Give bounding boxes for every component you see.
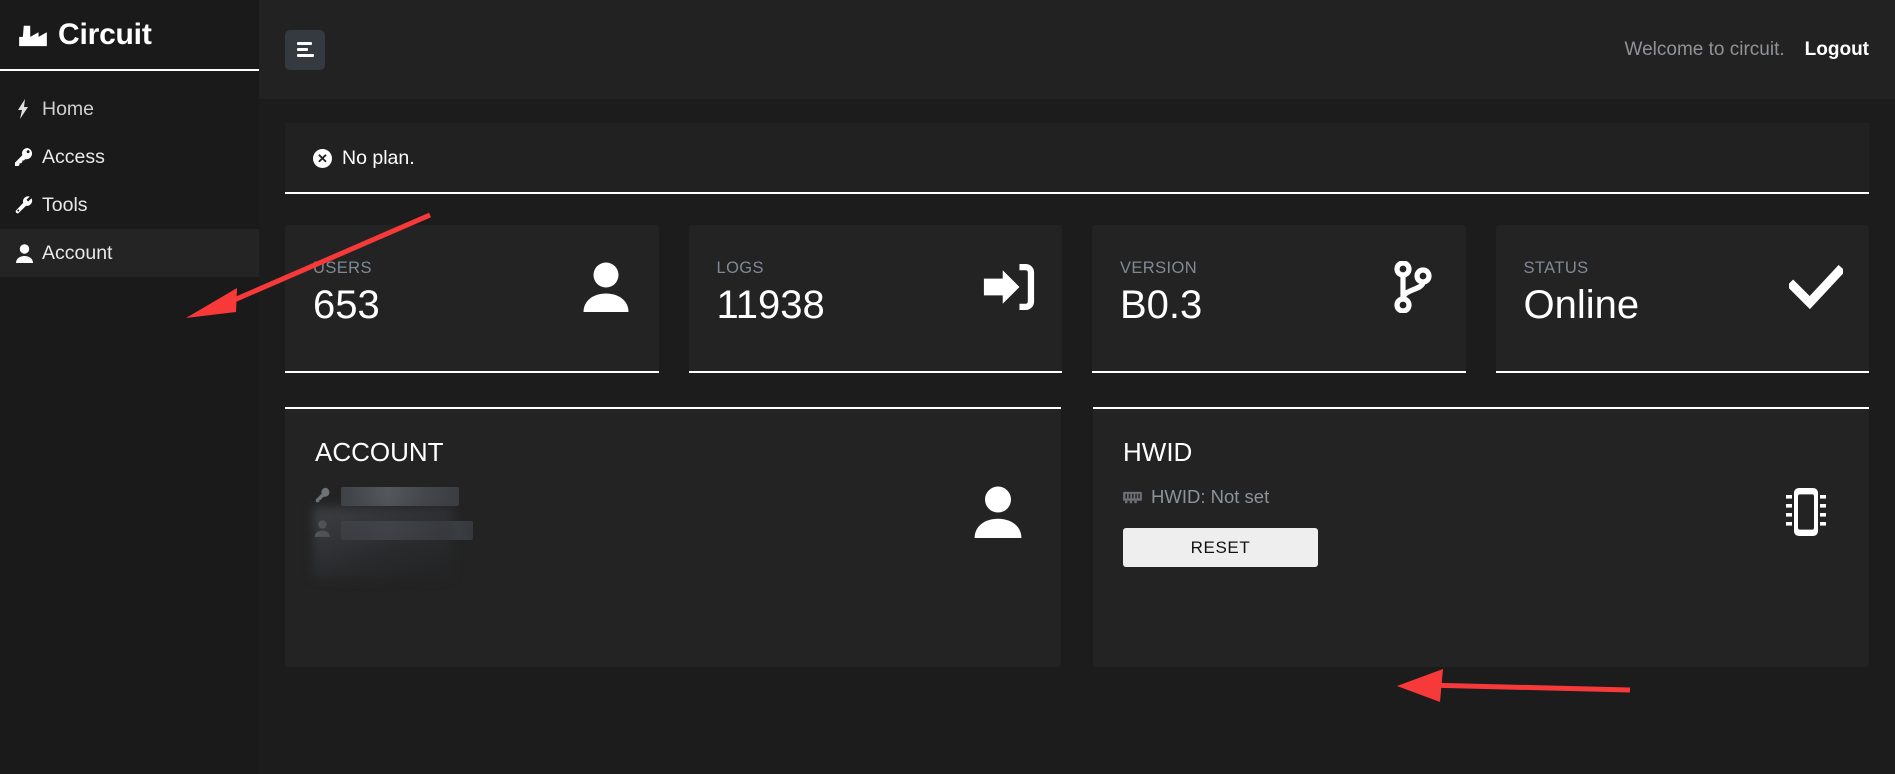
memory-icon	[1123, 490, 1142, 505]
logout-button[interactable]: Logout	[1805, 39, 1869, 61]
bolt-icon	[12, 98, 36, 120]
hwid-details: HWID: Not set RESET	[1123, 486, 1839, 567]
topbar: Welcome to circuit. Logout	[259, 0, 1895, 99]
panel-title: HWID	[1123, 437, 1193, 467]
panel-title: ACCOUNT	[315, 437, 444, 467]
stat-card-row: USERS 653 LOGS 11938 VERSION B0.3 STATUS…	[259, 194, 1895, 373]
topbar-right: Welcome to circuit. Logout	[1625, 39, 1870, 61]
user-icon	[971, 483, 1025, 541]
app-root: Circuit Home Access Tools Account Welcom…	[0, 0, 1895, 774]
panel-row: ACCOUNT HWID HWID: Not set RESET	[259, 373, 1895, 667]
redacted-value	[341, 520, 473, 540]
redaction-overlay	[313, 507, 453, 579]
sidebar-item-label: Home	[42, 97, 95, 120]
sidebar-item-label: Account	[42, 241, 113, 264]
account-panel: ACCOUNT	[285, 407, 1061, 667]
sidebar-item-account[interactable]: Account	[0, 229, 259, 277]
sidebar-item-access[interactable]: Access	[0, 133, 259, 181]
user-icon	[315, 520, 331, 540]
user-icon	[12, 242, 36, 264]
hwid-panel: HWID HWID: Not set RESET	[1093, 407, 1869, 667]
circle-x-icon: ✕	[313, 149, 332, 168]
brand-logo[interactable]: Circuit	[0, 0, 259, 71]
key-icon	[12, 146, 36, 168]
check-icon	[1789, 259, 1843, 315]
sidebar-nav: Home Access Tools Account	[0, 71, 259, 277]
sign-in-icon	[982, 259, 1036, 315]
memory-chip-icon	[1779, 483, 1833, 541]
sidebar-item-tools[interactable]: Tools	[0, 181, 259, 229]
git-branch-icon	[1386, 259, 1440, 315]
stat-card-logs[interactable]: LOGS 11938	[688, 225, 1062, 373]
account-row-user	[315, 520, 1031, 540]
stat-card-status[interactable]: STATUS Online	[1495, 225, 1869, 373]
wrench-icon	[12, 194, 36, 216]
reset-hwid-button[interactable]: RESET	[1123, 528, 1318, 567]
redacted-value	[341, 486, 459, 506]
sidebar-item-label: Tools	[42, 193, 88, 216]
no-plan-alert: ✕ No plan.	[285, 123, 1869, 194]
account-details	[313, 486, 1031, 579]
user-icon	[579, 259, 633, 315]
alert-wrapper: ✕ No plan.	[259, 99, 1895, 194]
sidebar-item-home[interactable]: Home	[0, 85, 259, 133]
welcome-text: Welcome to circuit.	[1624, 38, 1785, 60]
main-content: Welcome to circuit. Logout ✕ No plan. US…	[259, 0, 1895, 774]
hamburger-icon	[296, 42, 314, 57]
alert-text: No plan.	[342, 147, 415, 169]
hwid-status-text: HWID: Not set	[1151, 486, 1270, 507]
sidebar: Circuit Home Access Tools Account	[0, 0, 259, 774]
stat-card-version[interactable]: VERSION B0.3	[1092, 225, 1466, 373]
brand-title: Circuit	[58, 17, 152, 51]
sidebar-item-label: Access	[42, 145, 105, 168]
stat-card-users[interactable]: USERS 653	[285, 225, 659, 373]
content-area: ✕ No plan. USERS 653 LOGS 11938 VERSION …	[259, 99, 1895, 667]
key-icon	[315, 486, 331, 506]
account-row-email	[315, 486, 1031, 506]
hwid-status-line: HWID: Not set	[1123, 486, 1839, 508]
factory-icon	[18, 22, 48, 48]
hamburger-menu-button[interactable]	[285, 29, 325, 70]
